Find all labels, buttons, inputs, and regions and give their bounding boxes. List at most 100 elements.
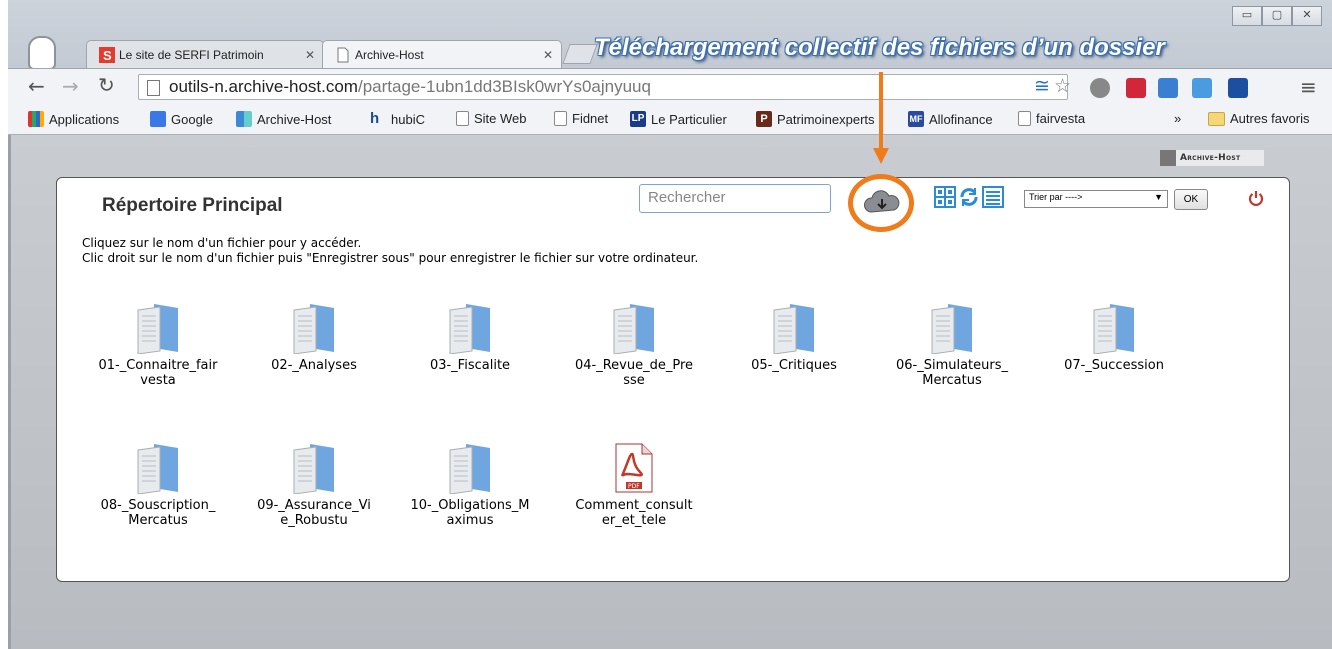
- page-favicon-icon: [337, 47, 349, 62]
- folder-icon: [931, 304, 972, 354]
- brand-label: Archive-Host: [1180, 153, 1241, 163]
- bookmark-applications[interactable]: Applications: [28, 111, 119, 127]
- bookmark-allofinance[interactable]: MF Allofinance: [908, 111, 993, 127]
- bookmark-archive-host[interactable]: Archive-Host: [236, 111, 331, 127]
- tab-close-icon[interactable]: ✕: [305, 48, 315, 62]
- folder-item[interactable]: 10-_Obligations_Maximus: [410, 442, 530, 528]
- folder-icon: [773, 304, 814, 354]
- p-icon: P: [756, 111, 772, 127]
- bookmark-label: fairvesta: [1036, 111, 1086, 126]
- folder-item[interactable]: 08-_Souscription_Mercatus: [98, 442, 218, 528]
- bookmark-site-web[interactable]: Site Web: [456, 111, 527, 126]
- bookmark-label: Site Web: [474, 111, 527, 126]
- bookmark-label: Autres favoris: [1230, 111, 1310, 126]
- archive-host-icon: [236, 111, 252, 127]
- power-logout-icon[interactable]: [1248, 190, 1264, 206]
- page-icon: [456, 111, 469, 126]
- file-item[interactable]: PDF Comment_consulter_et_tele: [574, 442, 694, 528]
- folder-item[interactable]: 07-_Succession: [1054, 302, 1174, 373]
- pdf-file-icon: PDF: [615, 443, 653, 493]
- bookmark-autres-favoris[interactable]: Autres favoris: [1208, 111, 1309, 126]
- menu-icon[interactable]: ≡: [1300, 75, 1317, 99]
- folder-item[interactable]: 04-_Revue_de_Presse: [574, 302, 694, 388]
- extension-kaspersky-icon[interactable]: [1126, 78, 1146, 98]
- download-all-cloud-icon[interactable]: [862, 190, 902, 214]
- annotation-caption: Téléchargement collectif des fichiers d’…: [594, 34, 1165, 61]
- back-icon[interactable]: ←: [28, 74, 45, 98]
- forward-icon[interactable]: →: [62, 74, 79, 98]
- bookmark-label: Archive-Host: [257, 111, 332, 127]
- archive-host-logo: Archive-Host: [1160, 150, 1264, 166]
- folder-icon: [137, 304, 178, 354]
- reload-icon[interactable]: ↻: [98, 73, 115, 97]
- svg-text:PDF: PDF: [628, 483, 640, 490]
- grid-view-icon[interactable]: [934, 186, 956, 208]
- maximize-icon[interactable]: ▢: [1262, 6, 1292, 26]
- scrollbar[interactable]: [8, 135, 11, 649]
- address-path: /partage-1ubn1dd3BIsk0wrYs0ajnyuuq: [357, 77, 651, 96]
- item-label: 07-_Succession: [1064, 358, 1164, 373]
- google-icon: [150, 111, 166, 127]
- annotation-arrow-head: [873, 148, 889, 164]
- folder-icon: [449, 304, 490, 354]
- folder-item[interactable]: 03-_Fiscalite: [410, 302, 530, 373]
- page-title: Répertoire Principal: [102, 195, 283, 216]
- page-icon: [554, 111, 567, 126]
- bookmark-label: Le Particulier: [651, 111, 727, 127]
- lp-icon: LP: [630, 111, 646, 127]
- item-label: 06-_Simulateurs_Mercatus: [895, 358, 1009, 388]
- search-input[interactable]: Rechercher: [639, 184, 831, 213]
- list-view-icon[interactable]: [982, 186, 1004, 208]
- folder-icon: [137, 444, 178, 494]
- extension-book-icon[interactable]: [1228, 78, 1248, 98]
- item-label: 10-_Obligations_Maximus: [410, 498, 530, 528]
- window-controls: ▭ ▢ ✕: [1232, 6, 1322, 26]
- instruction-line: Clic droit sur le nom d'un fichier puis …: [82, 251, 699, 265]
- bookmark-label: »: [1174, 111, 1182, 126]
- bookmark-label: hubiC: [391, 111, 425, 127]
- instruction-line: Cliquez sur le nom d'un fichier pour y a…: [82, 236, 362, 250]
- close-window-icon[interactable]: ✕: [1292, 6, 1322, 26]
- folder-item[interactable]: 06-_Simulateurs_Mercatus: [892, 302, 1012, 388]
- folder-item[interactable]: 02-_Analyses: [254, 302, 374, 373]
- bookmark-hubic[interactable]: h hubiC: [370, 111, 425, 127]
- folder-item[interactable]: 09-_Assurance_Vie_Robustu: [254, 442, 374, 528]
- tab-serfi[interactable]: S Le site de SERFI Patrimoin ✕: [86, 40, 324, 68]
- tab-close-icon[interactable]: ✕: [543, 48, 553, 62]
- chevron-down-icon: ▼: [1154, 192, 1163, 202]
- bookmark-le-particulier[interactable]: LP Le Particulier: [630, 111, 727, 127]
- apps-grid-icon: [28, 111, 44, 127]
- folder-item[interactable]: 01-_Connaitre_fairvesta: [98, 302, 218, 388]
- ok-button[interactable]: OK: [1174, 189, 1208, 210]
- bookmarks-overflow-button[interactable]: »: [1174, 111, 1181, 126]
- svg-text:S: S: [103, 48, 112, 63]
- sort-select[interactable]: Trier par ----> ▼: [1024, 190, 1168, 208]
- bookmark-label: Google: [171, 111, 213, 127]
- view-switcher: [934, 186, 1004, 208]
- page-icon: [1018, 111, 1031, 126]
- refresh-view-icon[interactable]: [958, 186, 980, 208]
- folder-icon: [293, 444, 334, 494]
- minimize-icon[interactable]: ▭: [1232, 6, 1262, 26]
- sort-select-value: Trier par ---->: [1029, 192, 1083, 202]
- serfi-favicon-icon: S: [99, 46, 115, 63]
- item-label: 05-_Critiques: [751, 358, 837, 373]
- folder-icon: [449, 444, 490, 494]
- tab-archive-host[interactable]: Archive-Host ✕: [322, 40, 562, 68]
- extension-cloud-icon[interactable]: [1090, 78, 1110, 98]
- address-bar[interactable]: outils-n.archive-host.com/partage-1ubn1d…: [138, 74, 1068, 100]
- folder-icon: [293, 304, 334, 354]
- reader-icon[interactable]: ≅: [1034, 75, 1050, 97]
- bookmark-label: Fidnet: [572, 111, 609, 126]
- bookmark-google[interactable]: Google: [150, 111, 213, 127]
- folder-item[interactable]: 05-_Critiques: [734, 302, 854, 373]
- extension-screen-icon[interactable]: [1158, 78, 1178, 98]
- item-label: 02-_Analyses: [271, 358, 357, 373]
- bookmark-fidnet[interactable]: Fidnet: [554, 111, 608, 126]
- bookmark-fairvesta[interactable]: fairvesta: [1018, 111, 1085, 126]
- bookmark-patrimoinexperts[interactable]: P Patrimoinexperts: [756, 111, 875, 127]
- bookmark-star-icon[interactable]: ☆: [1054, 75, 1071, 97]
- item-label: 09-_Assurance_Vie_Robustu: [257, 498, 371, 528]
- profile-icon[interactable]: [28, 36, 56, 70]
- extension-translate-icon[interactable]: [1192, 78, 1212, 98]
